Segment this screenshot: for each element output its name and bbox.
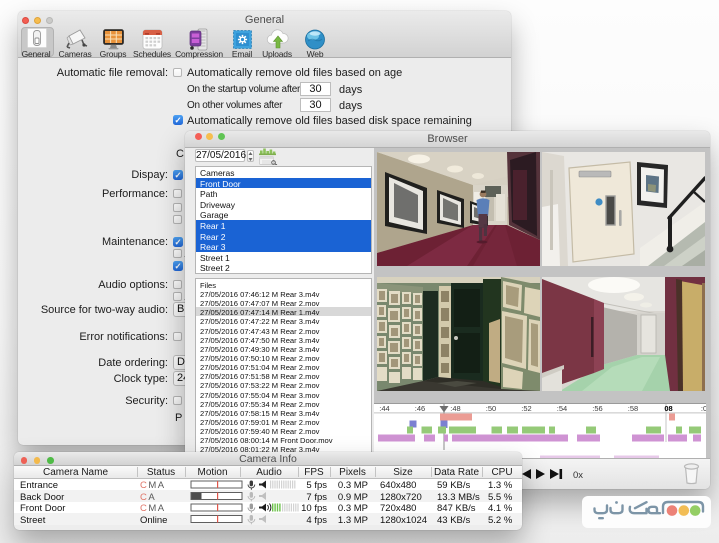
svg-text::56: :56 — [592, 404, 602, 413]
svg-text::54: :54 — [557, 404, 567, 413]
svg-text::46: :46 — [415, 404, 425, 413]
svg-text::0: :0 — [701, 404, 706, 413]
svg-text::50: :50 — [486, 404, 496, 413]
svg-text::44: :44 — [379, 404, 389, 413]
svg-text:08: 08 — [664, 404, 672, 413]
svg-text::58: :58 — [628, 404, 638, 413]
svg-text::52: :52 — [521, 404, 531, 413]
svg-text::48: :48 — [450, 404, 460, 413]
